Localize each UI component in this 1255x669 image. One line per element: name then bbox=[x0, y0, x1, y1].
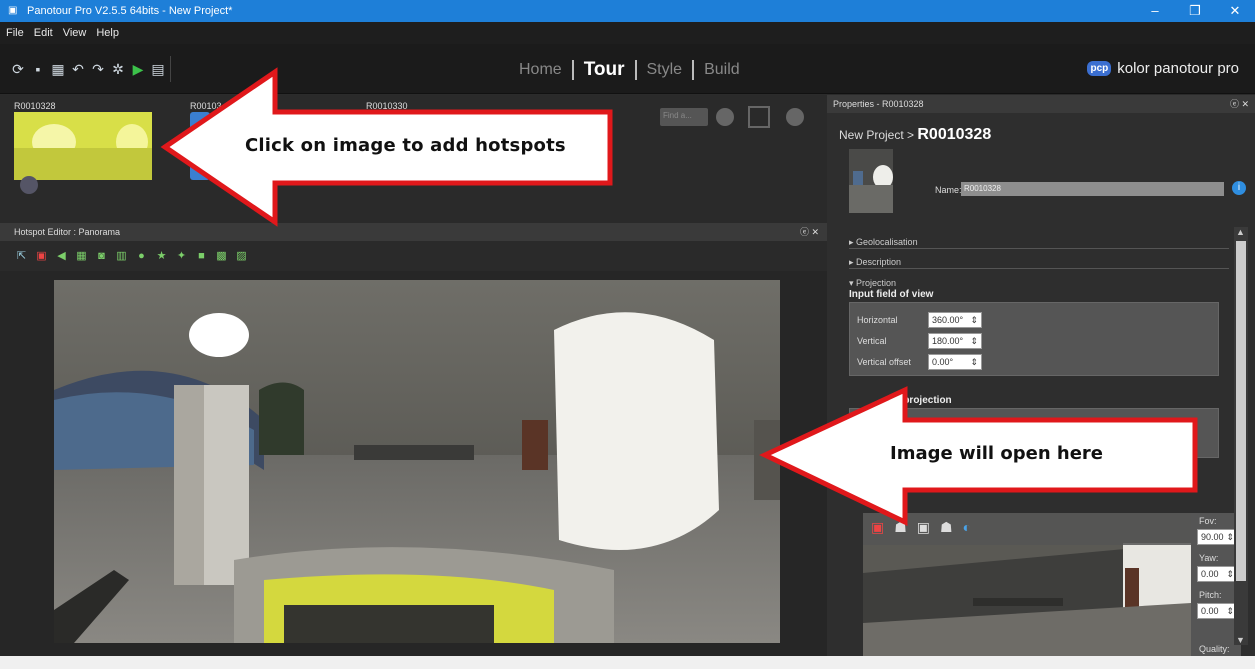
callout-text-right: Image will open here bbox=[890, 443, 1104, 464]
callout-text-top: Click on image to add hotspots bbox=[245, 135, 566, 156]
callout-arrows bbox=[160, 67, 1198, 526]
